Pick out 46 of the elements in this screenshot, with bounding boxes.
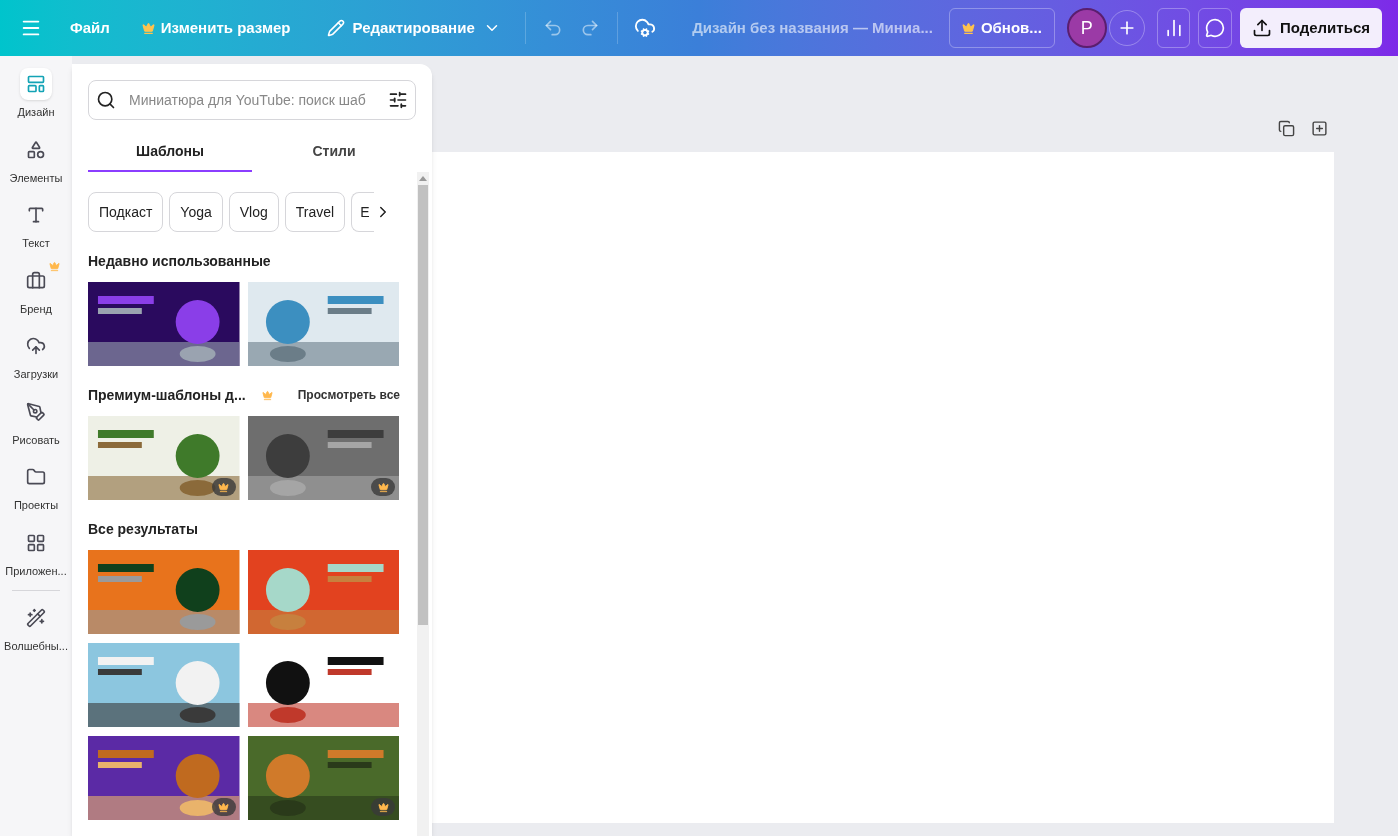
rail-item[interactable]: Бренд (0, 264, 72, 317)
avatar[interactable]: P (1066, 8, 1107, 48)
share-button[interactable]: Поделиться (1239, 8, 1382, 48)
layout-icon (26, 74, 46, 94)
shapes-icon (26, 139, 46, 160)
tab[interactable]: Шаблоны (88, 132, 252, 172)
section-title: Премиум-шаблоны д... (88, 385, 246, 405)
rail-item[interactable]: Приложен... (0, 526, 72, 579)
rail-item[interactable]: Дизайн (0, 68, 72, 121)
filter-chip[interactable]: Подкаст (88, 192, 164, 232)
section-title: Все результаты (88, 519, 198, 539)
scroll-up-icon[interactable] (419, 176, 427, 181)
rail-item[interactable]: Волшебны... (0, 602, 72, 655)
rail-item[interactable]: Элементы (0, 133, 72, 186)
add-page-icon[interactable] (1311, 120, 1328, 137)
filter-chip[interactable]: E (351, 192, 374, 232)
tab[interactable]: Стили (252, 132, 416, 172)
filter-chip[interactable]: Yoga (169, 192, 223, 232)
grid-icon (26, 532, 46, 553)
cloud-upload-icon (26, 336, 46, 356)
crown-icon (49, 260, 60, 272)
see-all-link[interactable]: Просмотреть все (297, 386, 400, 404)
rail-item[interactable]: Текст (0, 199, 72, 252)
filter-chip[interactable]: Vlog (228, 192, 279, 232)
comment-icon[interactable] (1198, 8, 1232, 48)
upgrade-button[interactable]: Обнов... (948, 8, 1055, 48)
filter-chip[interactable]: Travel (284, 192, 346, 232)
scroll-thumb[interactable] (418, 185, 428, 625)
rail-item[interactable]: Проекты (0, 461, 72, 514)
rail-item[interactable]: Загрузки (0, 330, 72, 383)
chart-icon[interactable] (1156, 8, 1191, 48)
pen-icon (26, 401, 46, 422)
filter-icon[interactable] (388, 90, 408, 110)
briefcase-icon (26, 270, 46, 291)
pencil-icon (326, 19, 345, 37)
search-icon (96, 90, 116, 110)
section-title: Недавно использованные (88, 251, 271, 271)
search-field[interactable]: Миниатюра для YouTube: поиск шаб (88, 80, 416, 120)
duplicate-icon[interactable] (1278, 120, 1295, 137)
upload-icon (1251, 18, 1272, 38)
rail-item[interactable]: Рисовать (0, 395, 72, 448)
wand-icon (26, 608, 46, 628)
text-icon (26, 205, 46, 225)
crown-icon (141, 21, 155, 35)
folder-icon (26, 467, 46, 487)
crown-icon (961, 21, 975, 35)
